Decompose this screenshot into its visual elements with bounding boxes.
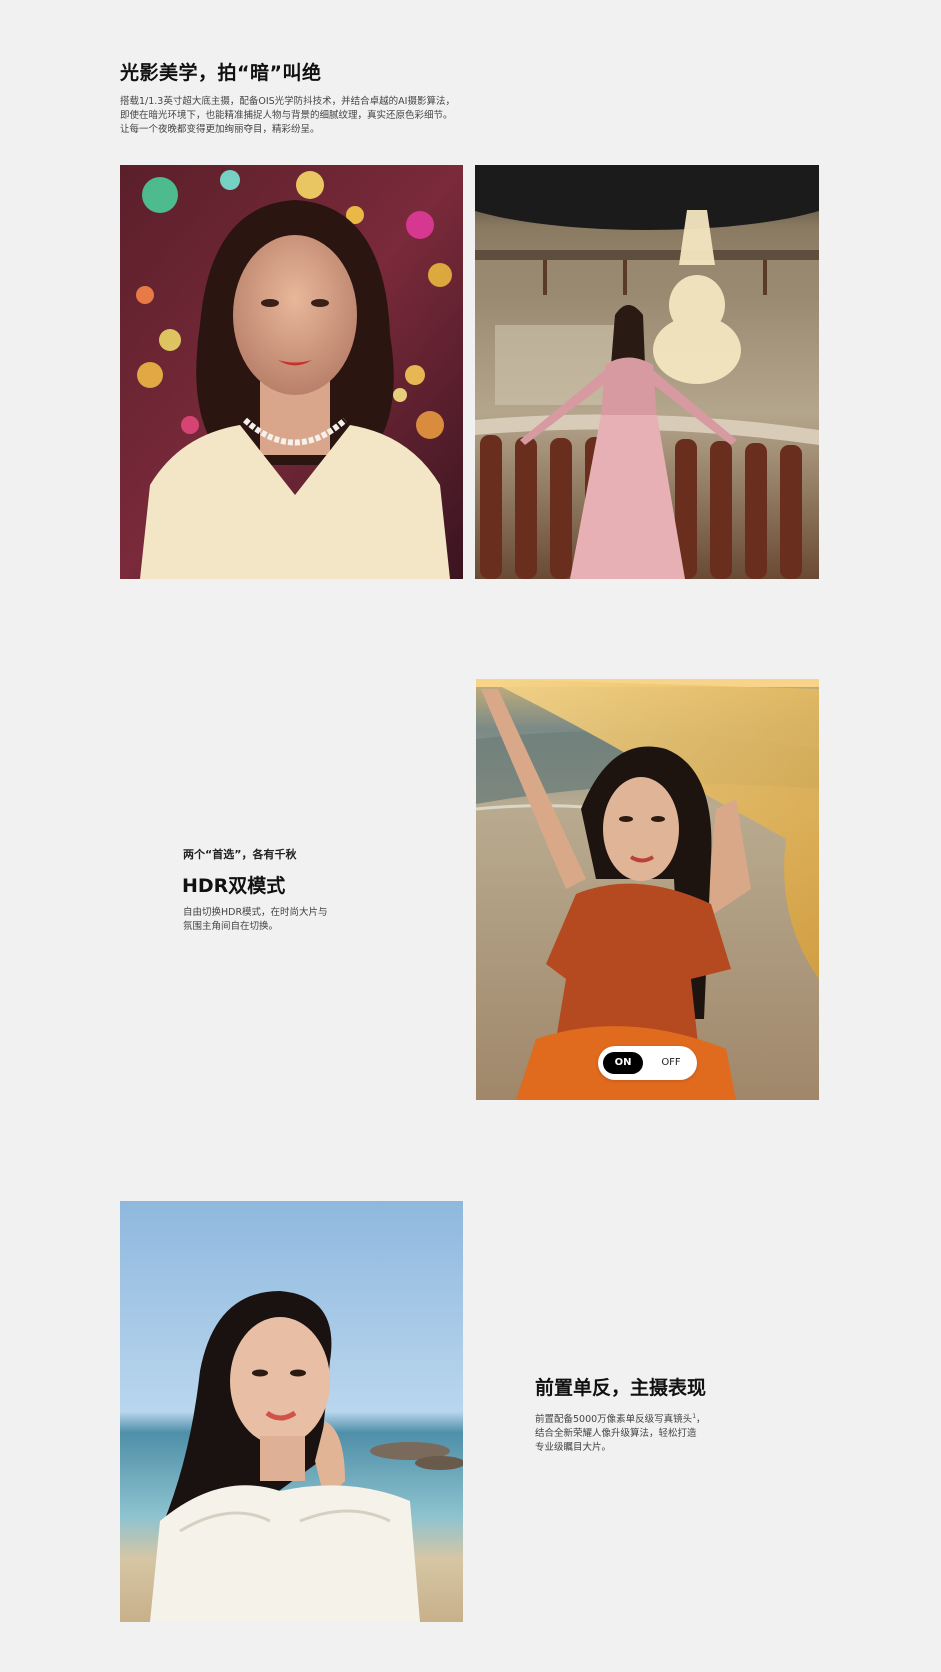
section3-desc-line: 结合全新荣耀人像升级算法，轻松打造 [535,1428,697,1440]
section2-title: HDR双模式 [182,875,286,897]
ballroom-portrait-photo [475,165,819,579]
section1-desc-line: 让每一个夜晚都变得更加绚丽夺目，精彩纷呈。 [120,124,320,135]
section2-desc-line: 氛围主角间自在切换。 [183,921,279,932]
section3-desc-line: 前置配备5000万像素单反级写真镜头1， [535,1413,706,1426]
section1-desc-line: 即使在暗光环境下，也能精准捕捉人物与背景的细腻纹理，真实还原色彩细节。 [120,110,453,121]
section1-title: 光影美学，拍“暗”叫绝 [120,62,322,84]
hdr-off-button[interactable]: OFF [653,1052,689,1074]
hdr-on-button[interactable]: ON [603,1052,643,1074]
section1-desc-line: 搭载1/1.3英寸超大底主摄，配备OIS光学防抖技术，并结合卓越的AI摄影算法， [120,96,455,107]
section2-subtitle: 两个“首选”，各有千秋 [183,848,297,861]
hdr-toggle[interactable]: ON OFF [598,1046,697,1080]
section3-description: 前置配备5000万像素单反级写真镜头1， 结合全新荣耀人像升级算法，轻松打造 专… [535,1410,706,1455]
section2-description: 自由切换HDR模式，在时尚大片与 氛围主角间自在切换。 [183,906,328,934]
section3-desc-line: 专业级瞩目大片。 [535,1442,612,1454]
beach-hdr-photo [476,679,819,1100]
section1-description: 搭载1/1.3英寸超大底主摄，配备OIS光学防抖技术，并结合卓越的AI摄影算法，… [120,95,480,137]
section3-title: 前置单反，主摄表现 [535,1377,707,1399]
section2-desc-line: 自由切换HDR模式，在时尚大片与 [183,907,328,918]
night-portrait-photo [120,165,463,579]
selfie-portrait-photo [120,1201,463,1622]
